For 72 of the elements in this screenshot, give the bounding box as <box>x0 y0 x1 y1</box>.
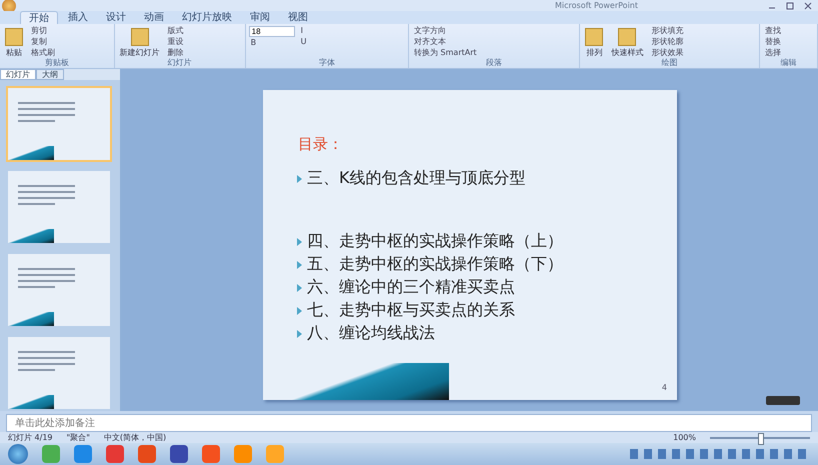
group-label: 段落 <box>485 58 504 68</box>
app-icon[interactable] <box>202 445 220 463</box>
slide-heading: 目录： <box>298 135 344 154</box>
bullet-icon <box>297 284 302 292</box>
font-size-field[interactable]: 18 <box>248 26 295 37</box>
ribbon-tab[interactable]: 幻灯片放映 <box>174 11 240 24</box>
app-icon[interactable] <box>106 445 124 463</box>
ribbon-button[interactable]: 新建幻灯片 <box>118 25 162 58</box>
ribbon-button[interactable]: 版式 <box>166 25 186 36</box>
list-item: 七、走势中枢与买卖点的关系 <box>307 300 515 321</box>
ribbon-button[interactable]: 格式刷 <box>29 47 57 58</box>
group-label: 字体 <box>318 58 336 68</box>
notes-field[interactable]: 单击此处添加备注 <box>6 414 812 432</box>
ribbon-button[interactable]: 复制 <box>29 36 57 47</box>
zoom-value: 100% <box>673 433 696 442</box>
bullet-icon <box>297 306 302 314</box>
slide-thumbnail[interactable] <box>6 335 112 411</box>
view-switch-icon[interactable] <box>766 396 800 405</box>
pane-tab[interactable]: 大纲 <box>36 69 64 80</box>
ribbon-button[interactable]: 形状效果 <box>649 47 686 58</box>
ribbon-button[interactable]: 删除 <box>166 47 186 58</box>
ribbon-tab[interactable]: 审阅 <box>242 11 278 24</box>
ribbon-button[interactable]: I <box>298 25 309 36</box>
ribbon-button[interactable]: U <box>298 36 309 47</box>
ribbon-button[interactable]: 选择 <box>762 47 783 58</box>
group-label: 编辑 <box>779 58 798 68</box>
ribbon-tab[interactable]: 设计 <box>98 11 134 24</box>
group-label: 剪贴板 <box>44 58 70 68</box>
ribbon-button[interactable]: 形状填充 <box>649 25 686 36</box>
slide-counter: 幻灯片 4/19 <box>8 432 53 443</box>
ribbon-button[interactable]: 替换 <box>762 36 783 47</box>
ribbon-button[interactable]: 剪切 <box>29 25 57 36</box>
list-item: 八、缠论均线战法 <box>307 323 435 344</box>
page-number: 4 <box>662 383 667 392</box>
language-label: 中文(简体，中国) <box>104 432 166 443</box>
ribbon-button[interactable]: 重设 <box>166 36 186 47</box>
zoom-slider[interactable] <box>758 432 764 444</box>
start-icon[interactable] <box>8 444 28 464</box>
maximize-icon[interactable] <box>786 2 794 10</box>
slide-thumbnail[interactable] <box>6 86 112 162</box>
ribbon-button[interactable]: 转换为 SmartArt <box>412 47 479 58</box>
ribbon-button[interactable]: 文字方向 <box>412 25 479 36</box>
ribbon-tab[interactable]: 开始 <box>20 11 58 24</box>
bullet-icon <box>297 330 302 338</box>
ribbon-tab[interactable]: 插入 <box>60 11 96 24</box>
app-icon[interactable] <box>74 445 92 463</box>
list-item: 五、走势中枢的实战操作策略（下） <box>307 254 563 275</box>
ribbon-tab[interactable]: 视图 <box>280 11 316 24</box>
ribbon-button[interactable]: 形状轮廓 <box>649 36 686 47</box>
app-icon[interactable] <box>138 445 156 463</box>
theme-name: "聚合" <box>66 432 90 443</box>
ribbon-tab[interactable]: 动画 <box>136 11 172 24</box>
ribbon-button[interactable]: 快速样式 <box>609 25 646 58</box>
ribbon-button[interactable]: 查找 <box>762 25 783 36</box>
window-title: Microsoft PowerPoint <box>554 1 639 10</box>
list-item: 三、K线的包含处理与顶底分型 <box>307 168 526 189</box>
ribbon-button[interactable]: 粘贴 <box>3 25 25 58</box>
list-item: 四、走势中枢的实战操作策略（上） <box>307 231 563 252</box>
pane-tab[interactable]: 幻灯片 <box>0 69 36 80</box>
slide-thumbnail[interactable] <box>6 169 112 245</box>
bullet-icon <box>297 260 302 268</box>
ribbon-button[interactable]: B <box>248 37 295 48</box>
bullet-icon <box>297 238 302 246</box>
list-item: 六、缠论中的三个精准买卖点 <box>307 277 515 298</box>
slide-thumbnail[interactable] <box>6 252 112 328</box>
group-label: 绘图 <box>660 58 679 68</box>
ribbon-button[interactable]: 排列 <box>583 25 606 58</box>
bullet-icon <box>297 174 302 182</box>
app-icon[interactable] <box>170 445 188 463</box>
ribbon-button[interactable]: 对齐文本 <box>412 36 479 47</box>
close-icon[interactable] <box>804 2 812 10</box>
group-label: 幻灯片 <box>166 58 193 68</box>
